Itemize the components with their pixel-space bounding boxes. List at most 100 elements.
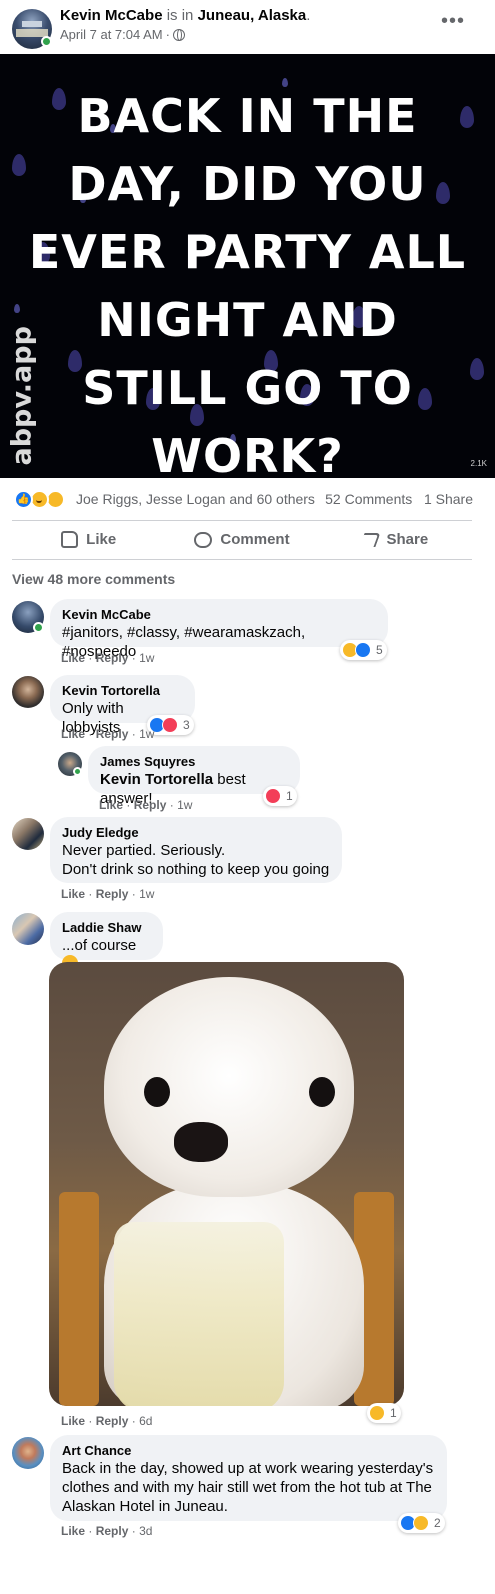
comment-reactions[interactable]: 5 [340, 640, 387, 660]
haha-reaction-icon [413, 1515, 429, 1531]
shares-count[interactable]: 1 Share [424, 491, 473, 507]
comment-meta: Like · Reply · 1w [61, 651, 155, 665]
comment-reply-link[interactable]: Reply [96, 727, 129, 741]
reaction-count: 1 [390, 1406, 397, 1420]
meme-line: NIGHT AND [97, 293, 398, 347]
view-count: 2.1K [470, 459, 487, 468]
share-label: Share [386, 531, 429, 548]
comment-text: ...of course [62, 937, 137, 954]
comment-reply-link[interactable]: Reply [96, 1414, 129, 1428]
haha-reaction-icon [369, 1405, 385, 1421]
meta-separator: · [165, 27, 170, 42]
comment-reactions[interactable]: 1 [263, 786, 297, 806]
is-in-text: is in [166, 7, 194, 24]
view-more-comments[interactable]: View 48 more comments [12, 571, 175, 587]
meme-text: BACK IN THE DAY, DID YOU EVER PARTY ALL … [0, 82, 495, 478]
comment-bubble: Laddie Shaw ...of course [50, 912, 163, 971]
stats-counts: 52 Comments 1 Share [325, 491, 473, 507]
avatar[interactable] [12, 1437, 44, 1469]
period-text: . [306, 7, 311, 24]
comment-age[interactable]: 1w [139, 651, 154, 665]
comment-meta: Like · Reply · 6d [61, 1414, 153, 1428]
comment-author[interactable]: Kevin Tortorella [62, 683, 183, 699]
reaction-count: 2 [434, 1516, 441, 1530]
comment-button[interactable]: Comment [165, 521, 318, 558]
reaction-summary[interactable]: 👍 [14, 490, 70, 510]
comment-reply-link[interactable]: Reply [134, 798, 167, 812]
comment-bubble: Kevin McCabe #janitors, #classy, #wearam… [50, 599, 388, 660]
divider [12, 559, 472, 560]
comment-reply-link[interactable]: Reply [96, 887, 129, 901]
more-icon[interactable]: ••• [441, 11, 465, 31]
comment-meta: Like · Reply · 1w [61, 727, 155, 741]
comment-author[interactable]: Laddie Shaw [62, 920, 151, 936]
online-status-dot [41, 36, 52, 47]
comment-gif-image[interactable] [49, 962, 404, 1406]
comment-like-link[interactable]: Like [61, 1524, 85, 1538]
comment-age[interactable]: 3d [139, 1524, 152, 1538]
like-icon [61, 531, 79, 548]
comment-reply-link[interactable]: Reply [96, 1524, 129, 1538]
comment-author[interactable]: Art Chance [62, 1443, 435, 1459]
post-header: Kevin McCabe is in Juneau, Alaska. April… [0, 0, 495, 54]
meme-line: STILL GO TO [82, 361, 413, 415]
avatar[interactable] [12, 818, 44, 850]
comment-age[interactable]: 1w [177, 798, 192, 812]
comment-bubble: Art Chance Back in the day, showed up at… [50, 1435, 447, 1521]
comment-reactions[interactable]: 1 [367, 1403, 401, 1423]
comment-meta: Like · Reply · 1w [61, 887, 155, 901]
author-name[interactable]: Kevin McCabe [60, 7, 163, 24]
reactors-link[interactable]: Joe Riggs, Jesse Logan and 60 others [76, 491, 315, 507]
comment-text: Don't drink so nothing to keep you going [62, 861, 330, 878]
avatar[interactable] [12, 676, 44, 708]
comment-like-link[interactable]: Like [61, 727, 85, 741]
post-image[interactable]: BACK IN THE DAY, DID YOU EVER PARTY ALL … [0, 54, 495, 478]
comment-meta: Like · Reply · 3d [61, 1524, 153, 1538]
comment-age[interactable]: 1w [139, 887, 154, 901]
meme-line: BACK IN THE [77, 89, 418, 143]
reaction-stats: 👍 Joe Riggs, Jesse Logan and 60 others 5… [0, 478, 495, 520]
globe-icon[interactable] [172, 28, 185, 41]
meme-line: EVER PARTY ALL [28, 225, 467, 279]
comment-text: Alaskan Hotel in Juneau. [62, 1498, 228, 1515]
comment-author[interactable]: Kevin McCabe [62, 607, 376, 623]
comment-bubble: Judy Eledge Never partied. Seriously. Do… [50, 817, 342, 883]
comment-age[interactable]: 1w [139, 727, 154, 741]
comment-like-link[interactable]: Like [61, 887, 85, 901]
meme-line: WORK? [151, 429, 344, 478]
avatar[interactable] [12, 913, 44, 945]
comment-reactions[interactable]: 2 [398, 1513, 445, 1533]
reaction-count: 1 [286, 789, 293, 803]
comment-text: clothes and with my hair still wet from … [62, 1479, 432, 1496]
comment-like-link[interactable]: Like [61, 1414, 85, 1428]
share-button[interactable]: Share [319, 521, 472, 558]
like-button[interactable]: Like [12, 521, 165, 558]
post-meta: April 7 at 7:04 AM · [60, 27, 185, 42]
reaction-count: 3 [183, 718, 190, 732]
reaction-count: 5 [376, 643, 383, 657]
comment-like-link[interactable]: Like [61, 651, 85, 665]
online-status-dot [73, 767, 82, 776]
comment-like-link[interactable]: Like [99, 798, 123, 812]
comment-icon [194, 531, 213, 548]
comment-age[interactable]: 6d [139, 1414, 152, 1428]
share-icon [359, 532, 382, 547]
like-label: Like [86, 531, 117, 548]
comment-text: Never partied. Seriously. [62, 842, 226, 859]
post-title: Kevin McCabe is in Juneau, Alaska. [60, 6, 310, 25]
comments-count[interactable]: 52 Comments [325, 491, 412, 507]
comment-reply-link[interactable]: Reply [96, 651, 129, 665]
comment-author[interactable]: Judy Eledge [62, 825, 330, 841]
like-reaction-icon [355, 642, 371, 658]
mention-link[interactable]: Kevin Tortorella [100, 771, 213, 788]
comment-meta: Like · Reply · 1w [99, 798, 193, 812]
post-timestamp[interactable]: April 7 at 7:04 AM [60, 27, 163, 42]
comment-text: Back in the day, showed up at work weari… [62, 1460, 434, 1477]
meme-line: DAY, DID YOU [68, 157, 427, 211]
comment-author[interactable]: James Squyres [100, 754, 288, 770]
online-status-dot [33, 622, 44, 633]
watermark: abpv.app [6, 326, 38, 466]
love-reaction-icon [265, 788, 281, 804]
location-link[interactable]: Juneau, Alaska [198, 7, 307, 24]
love-reaction-icon [162, 717, 178, 733]
